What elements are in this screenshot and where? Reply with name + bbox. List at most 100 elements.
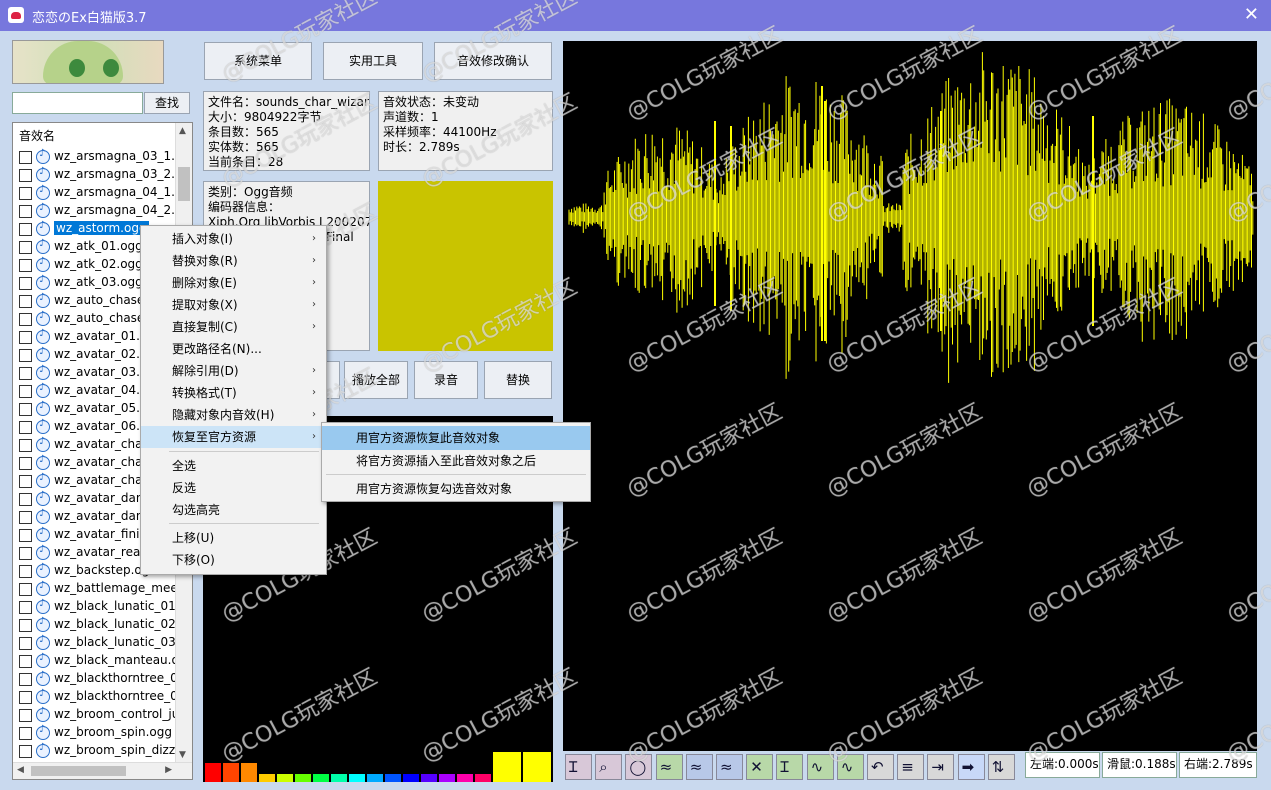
menu-item[interactable]: 更改路径名(N)... <box>141 338 326 360</box>
item-checkbox[interactable] <box>19 151 32 164</box>
item-checkbox[interactable] <box>19 511 32 524</box>
list-item[interactable]: wz_broom_control_jur <box>19 706 184 724</box>
item-checkbox[interactable] <box>19 475 32 488</box>
item-checkbox[interactable] <box>19 295 32 308</box>
insert-after-item[interactable]: 将官方资源插入至此音效对象之后 <box>322 449 590 473</box>
menu-item-label: 反选 <box>172 481 197 495</box>
restore-checked-item[interactable]: 用官方资源恢复勾选音效对象 <box>322 477 590 501</box>
wave-a-icon[interactable]: ≈ <box>655 754 683 780</box>
swap-arrows-icon[interactable]: ⇅ <box>987 754 1015 780</box>
record-button[interactable]: 录音 <box>414 361 478 399</box>
menu-item[interactable]: 反选 <box>141 477 326 499</box>
list-item[interactable]: wz_black_lunatic_02.c <box>19 616 186 634</box>
menu-item[interactable]: 勾选高亮 <box>141 499 326 521</box>
wave-e-icon[interactable]: ∿ <box>836 754 864 780</box>
item-checkbox[interactable] <box>19 655 32 668</box>
cursor-i-icon[interactable]: Ɪ <box>565 754 592 780</box>
item-checkbox[interactable] <box>19 385 32 398</box>
close-icon[interactable]: ✕ <box>1244 4 1259 25</box>
list-item[interactable]: wz_black_lunatic_03.c <box>19 634 186 652</box>
item-checkbox[interactable] <box>19 223 32 236</box>
zoom-icon[interactable]: ⌕ <box>595 754 623 780</box>
audio-file-icon <box>36 184 50 200</box>
list-item[interactable]: wz_arsmagna_04_1.og <box>19 184 190 202</box>
menu-item[interactable]: 删除对象(E) › <box>141 272 326 294</box>
search-button[interactable]: 查找 <box>144 92 190 114</box>
menu-item[interactable]: 转换格式(T) › <box>141 382 326 404</box>
menu-item[interactable]: 下移(O) <box>141 549 326 571</box>
level-segment <box>295 774 311 782</box>
item-checkbox[interactable] <box>19 727 32 740</box>
item-checkbox[interactable] <box>19 241 32 254</box>
replace-button[interactable]: 替换 <box>484 361 552 399</box>
item-checkbox[interactable] <box>19 565 32 578</box>
item-checkbox[interactable] <box>19 403 32 416</box>
loop-icon[interactable]: ◯ <box>625 754 653 780</box>
channel-count: 声道数：1 <box>383 110 439 124</box>
stretch-icon[interactable]: ⇥ <box>927 754 955 780</box>
eq-icon[interactable]: ≡ <box>897 754 925 780</box>
item-checkbox[interactable] <box>19 691 32 704</box>
menu-item[interactable]: 解除引用(D) › <box>141 360 326 382</box>
play-arrow-icon[interactable]: ➡ <box>957 754 985 780</box>
audio-file-icon <box>36 364 50 380</box>
item-checkbox[interactable] <box>19 601 32 614</box>
menu-item[interactable]: 替换对象(R) › <box>141 250 326 272</box>
menu-item[interactable]: 隐藏对象内音效(H) › <box>141 404 326 426</box>
waveform-display[interactable] <box>563 41 1257 751</box>
list-item[interactable]: wz_black_manteau.og <box>19 652 186 670</box>
item-checkbox[interactable] <box>19 205 32 218</box>
insert-icon[interactable]: Ɪ <box>776 754 804 780</box>
item-checkbox[interactable] <box>19 349 32 362</box>
menu-item[interactable]: 插入对象(I) › <box>141 228 326 250</box>
item-checkbox[interactable] <box>19 169 32 182</box>
item-checkbox[interactable] <box>19 529 32 542</box>
tools-button[interactable]: 实用工具 <box>323 42 423 80</box>
confirm-changes-button[interactable]: 音效修改确认 <box>434 42 552 80</box>
item-checkbox[interactable] <box>19 331 32 344</box>
play-all-button[interactable]: 播放全部 <box>344 361 408 399</box>
cut-icon[interactable]: ✕ <box>746 754 774 780</box>
item-checkbox[interactable] <box>19 187 32 200</box>
undo-icon[interactable]: ↶ <box>867 754 894 780</box>
item-name: wz_avatar_04.o <box>54 383 148 397</box>
list-item[interactable]: wz_arsmagna_03_1.og <box>19 148 190 166</box>
horizontal-scrollbar[interactable]: ◀ ▶ <box>13 762 192 779</box>
list-item[interactable]: wz_black_lunatic_01.c <box>19 598 186 616</box>
restore-this-item[interactable]: 用官方资源恢复此音效对象 <box>322 426 590 450</box>
list-item[interactable]: wz_arsmagna_03_2.og <box>19 166 190 184</box>
item-checkbox[interactable] <box>19 493 32 506</box>
item-name: wz_atk_01.ogg <box>54 239 143 253</box>
search-input[interactable] <box>12 92 143 114</box>
item-checkbox[interactable] <box>19 583 32 596</box>
system-menu-button[interactable]: 系统菜单 <box>204 42 312 80</box>
item-checkbox[interactable] <box>19 709 32 722</box>
menu-item[interactable]: 提取对象(X) › <box>141 294 326 316</box>
menu-item[interactable]: 恢复至官方资源 › <box>141 426 326 448</box>
list-item[interactable]: wz_blackthorntree_01 <box>19 670 185 688</box>
list-item[interactable]: wz_battlemage_meet <box>19 580 182 598</box>
wave-d-icon[interactable]: ∿ <box>806 754 834 780</box>
wave-b-icon[interactable]: ≈ <box>685 754 713 780</box>
item-checkbox[interactable] <box>19 547 32 560</box>
list-item[interactable]: wz_arsmagna_04_2.og <box>19 202 190 220</box>
list-item[interactable]: wz_broom_spin.ogg <box>19 724 179 742</box>
item-checkbox[interactable] <box>19 439 32 452</box>
item-checkbox[interactable] <box>19 421 32 434</box>
list-item[interactable]: wz_broom_spin_dizzy. <box>19 742 184 760</box>
item-checkbox[interactable] <box>19 637 32 650</box>
item-checkbox[interactable] <box>19 259 32 272</box>
item-checkbox[interactable] <box>19 673 32 686</box>
menu-item[interactable]: 全选 <box>141 455 326 477</box>
item-checkbox[interactable] <box>19 313 32 326</box>
audio-file-icon <box>36 526 50 542</box>
menu-item[interactable]: 上移(U) <box>141 527 326 549</box>
item-checkbox[interactable] <box>19 367 32 380</box>
wave-c-icon[interactable]: ≈ <box>716 754 743 780</box>
list-item[interactable]: wz_blackthorntree_02 <box>19 688 185 706</box>
item-checkbox[interactable] <box>19 619 32 632</box>
menu-item[interactable]: 直接复制(C) › <box>141 316 326 338</box>
item-checkbox[interactable] <box>19 745 32 758</box>
item-checkbox[interactable] <box>19 457 32 470</box>
item-checkbox[interactable] <box>19 277 32 290</box>
